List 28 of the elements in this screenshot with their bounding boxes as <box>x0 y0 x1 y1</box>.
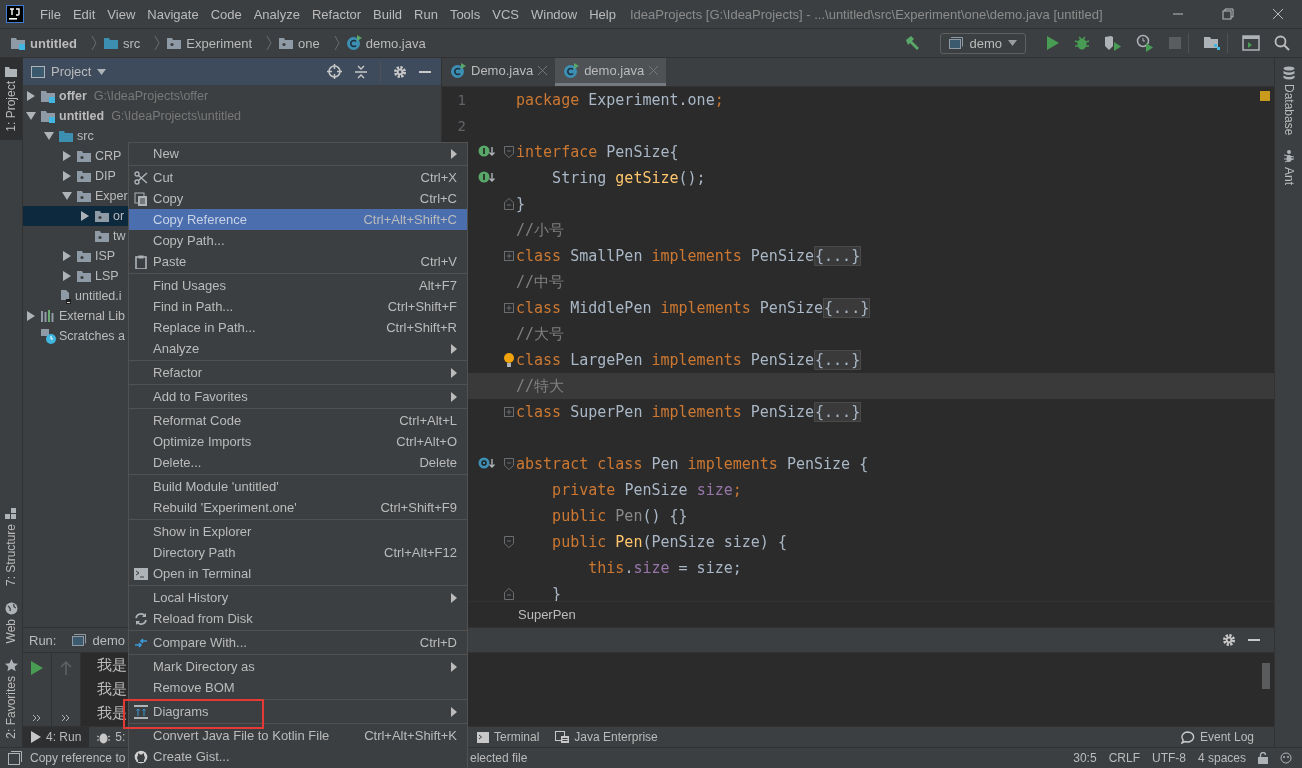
code-line: } <box>551 585 562 601</box>
code-line: //小号 <box>516 220 565 240</box>
status-message: Copy reference to <box>30 751 126 765</box>
console-output-line: 我是 <box>97 679 127 700</box>
code-line: } <box>516 195 526 213</box>
code-line: public Pen(PenSize size) { <box>551 533 787 551</box>
code-line: String getSize(); <box>551 169 706 187</box>
code-line: this.size = size; <box>587 559 742 577</box>
code-line: class MiddlePen implements PenSize{...} <box>516 299 871 317</box>
status-message: elected file <box>470 751 528 765</box>
module-path: G:\IdeaProjects\offer <box>93 89 209 103</box>
code-line: class SmallPen implements PenSize{...} <box>516 247 862 265</box>
panel-title: Run: <box>29 632 57 648</box>
code-line: class LargePen implements PenSize{...} <box>516 351 862 369</box>
code-line: //特大 <box>516 376 565 396</box>
window-title: IdeaProjects [G:\IdeaProjects] - ...\untitled\src\Experiment\one\demo.java [untitled] <box>629 6 1103 22</box>
code-line: //大号 <box>516 324 565 344</box>
code-line: //中号 <box>516 272 565 292</box>
line-number: 2 <box>457 118 466 134</box>
code-line: abstract class Pen implements PenSize { <box>516 455 869 473</box>
code-line: public Pen() {} <box>551 507 688 525</box>
module-path: G:\IdeaProjects\untitled <box>111 109 242 123</box>
line-number: 1 <box>457 92 466 108</box>
code-line: class SuperPen implements PenSize{...} <box>516 403 862 421</box>
code-line: interface PenSize{ <box>516 143 679 161</box>
console-output-line: 我是 <box>97 655 127 676</box>
code-line: package Experiment.one; <box>516 91 724 109</box>
code-line: private PenSize size; <box>551 481 742 499</box>
